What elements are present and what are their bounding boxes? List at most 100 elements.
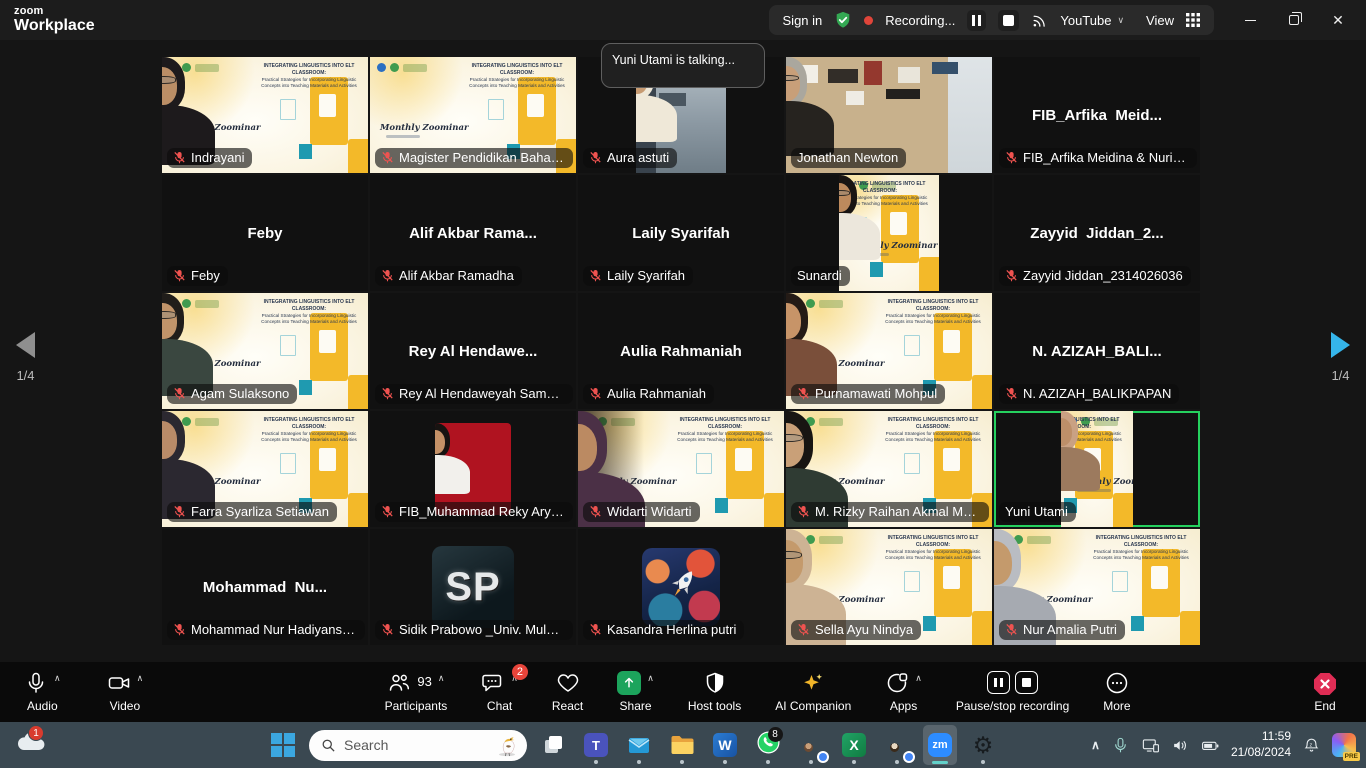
stop-recording-icon[interactable] (1015, 671, 1038, 694)
share-button[interactable]: ∧ Share (617, 671, 654, 713)
participant-name-text: Widarti Widarti (607, 504, 692, 519)
participant-name-text: Rey Al Hendaweyah Samantha (399, 386, 565, 401)
window-minimize-button[interactable] (1228, 0, 1272, 40)
seminar-outline-square-shape (280, 99, 296, 120)
participant-tile[interactable]: Alif Akbar Rama...Alif Akbar Ramadha (370, 175, 576, 291)
seminar-title-line: Concepts into Teaching Materials and Act… (880, 319, 986, 325)
gallery-prev-page-button[interactable]: 1/4 (16, 332, 35, 383)
participant-tile[interactable]: Jonathan Newton (786, 57, 992, 173)
copilot-tray-icon[interactable]: PRE (1332, 733, 1356, 757)
tray-clock[interactable]: 11:59 21/08/2024 (1231, 729, 1291, 760)
participants-chevron-icon[interactable]: ∧ (438, 673, 445, 684)
task-view-button[interactable] (536, 725, 570, 765)
tray-volume-icon[interactable] (1171, 736, 1190, 755)
taskbar-file-explorer-icon[interactable] (665, 725, 699, 765)
audio-options-chevron-icon[interactable]: ∧ (54, 673, 61, 684)
start-button[interactable] (266, 725, 300, 765)
share-chevron-icon[interactable]: ∧ (647, 673, 654, 684)
participant-tile[interactable]: INTEGRATING LINGUISTICS INTO ELT CLASSRO… (786, 529, 992, 645)
participant-tile[interactable]: N. AZIZAH_BALI...N. AZIZAH_BALIKPAPAN (994, 293, 1200, 409)
participant-tile[interactable]: FIB_Arfika Meid...FIB_Arfika Meidina & N… (994, 57, 1200, 173)
participants-button[interactable]: 93 ∧ Participants (385, 671, 448, 713)
seminar-title-line: Concepts into Teaching Materials and Act… (880, 555, 986, 561)
seminar-yellow-corner-shape (1113, 493, 1133, 527)
tray-display-cast-icon[interactable] (1141, 736, 1160, 755)
participant-name-label: Yuni Utami (999, 502, 1076, 522)
view-button-label[interactable]: View (1146, 13, 1174, 28)
participant-tile[interactable]: Zayyid Jiddan_2...Zayyid Jiddan_23140260… (994, 175, 1200, 291)
apps-button[interactable]: ∧ Apps (885, 671, 922, 713)
taskbar-zoom-icon[interactable]: zm (923, 725, 957, 765)
participant-tile[interactable]: INTEGRATING LINGUISTICS INTO ELT CLASSRO… (162, 57, 368, 173)
onedrive-tray-icon[interactable]: 1 (16, 730, 48, 760)
pause-recording-icon[interactable] (987, 671, 1010, 694)
taskbar-search-box[interactable]: Search (309, 730, 527, 761)
youtube-chevron-down-icon[interactable]: ∨ (1117, 15, 1124, 26)
participant-name-label: Widarti Widarti (583, 502, 700, 522)
seminar-title-line: Practical Strategies for Incorporating L… (464, 77, 570, 83)
participant-tile[interactable]: INTEGRATING LINGUISTICS INTO ELT CLASSRO… (786, 293, 992, 409)
next-page-arrow-icon[interactable] (1331, 332, 1350, 358)
taskbar-chrome2-icon[interactable] (880, 725, 914, 765)
youtube-stream-label[interactable]: YouTube (1060, 13, 1111, 28)
stop-recording-button[interactable] (998, 10, 1019, 31)
taskbar-teams-icon[interactable]: T (579, 725, 613, 765)
video-options-chevron-icon[interactable]: ∧ (137, 673, 144, 684)
pause-stop-recording-button[interactable]: Pause/stop recording (956, 671, 1069, 713)
participant-tile[interactable]: FebyFeby (162, 175, 368, 291)
participant-tile[interactable]: INTEGRATING LINGUISTICS INTO ELT CLASSRO… (994, 411, 1200, 527)
window-close-button[interactable]: ✕ (1316, 0, 1360, 40)
tray-microphone-icon[interactable] (1111, 736, 1130, 755)
seminar-logo-wordmark (819, 418, 843, 426)
pause-recording-button[interactable] (967, 10, 986, 31)
participant-tile[interactable]: SPSidik Prabowo _Univ. Mulawar... (370, 529, 576, 645)
end-meeting-button[interactable]: End (1312, 671, 1338, 713)
participant-tile[interactable]: INTEGRATING LINGUISTICS INTO ELT CLASSRO… (370, 57, 576, 173)
participant-tile[interactable]: INTEGRATING LINGUISTICS INTO ELT CLASSRO… (786, 411, 992, 527)
taskbar-settings-icon[interactable]: ⚙ (966, 725, 1000, 765)
tray-battery-icon[interactable] (1201, 736, 1220, 755)
taskbar-word-icon[interactable]: W (708, 725, 742, 765)
tray-hidden-icons-chevron[interactable]: ∧ (1091, 738, 1100, 752)
participant-tile[interactable]: INTEGRATING LINGUISTICS INTO ELT CLASSRO… (162, 411, 368, 527)
host-tools-button[interactable]: Host tools (688, 671, 741, 713)
taskbar-chrome-icon[interactable] (794, 725, 828, 765)
participant-tile[interactable]: Kasandra Herlina putri (578, 529, 784, 645)
view-grid-icon[interactable] (1186, 13, 1200, 27)
search-highlight-bird-image[interactable] (495, 733, 521, 757)
tray-notification-bell-icon[interactable]: z (1302, 736, 1321, 755)
participant-tile[interactable]: INTEGRATING LINGUISTICS INTO ELT CLASSRO… (786, 175, 992, 291)
seminar-title-text: INTEGRATING LINGUISTICS INTO ELT CLASSRO… (1088, 535, 1194, 561)
gallery-next-page-button[interactable]: 1/4 (1331, 332, 1350, 383)
taskbar-excel-icon[interactable]: X (837, 725, 871, 765)
react-button[interactable]: React (552, 671, 583, 713)
taskbar-whatsapp-icon[interactable]: 8 (751, 725, 785, 765)
audio-button[interactable]: ∧ Audio (24, 671, 61, 713)
participant-name-text: N. AZIZAH_BALIKPAPAN (1023, 386, 1171, 401)
participant-tile[interactable]: Rey Al Hendawe...Rey Al Hendaweyah Saman… (370, 293, 576, 409)
sign-in-link[interactable]: Sign in (783, 13, 823, 28)
participant-tile[interactable]: INTEGRATING LINGUISTICS INTO ELT CLASSRO… (578, 411, 784, 527)
security-shield-icon[interactable] (834, 11, 852, 29)
participants-count: 93 (417, 674, 431, 689)
participant-tile[interactable]: INTEGRATING LINGUISTICS INTO ELT CLASSRO… (994, 529, 1200, 645)
participant-name-text: M. Rizky Raihan Akmal Marsudi (815, 504, 981, 519)
more-button[interactable]: More (1103, 671, 1130, 713)
whatsapp-badge: 8 (768, 727, 783, 742)
participant-tile[interactable]: Aulia RahmaniahAulia Rahmaniah (578, 293, 784, 409)
windows-taskbar: 1 Search T W (0, 722, 1366, 768)
muted-mic-icon (1005, 387, 1018, 400)
participants-label: Participants (385, 699, 448, 713)
participant-tile[interactable]: Mohammad Nu...Mohammad Nur Hadiyansyah (162, 529, 368, 645)
ai-companion-button[interactable]: AI Companion (775, 671, 851, 713)
seminar-outline-square-shape (1112, 571, 1128, 592)
participant-tile[interactable]: INTEGRATING LINGUISTICS INTO ELT CLASSRO… (162, 293, 368, 409)
taskbar-mail-icon[interactable] (622, 725, 656, 765)
prev-page-arrow-icon[interactable] (16, 332, 35, 358)
chat-button[interactable]: 2 ∧ Chat (481, 671, 518, 713)
participant-tile[interactable]: Laily SyarifahLaily Syarifah (578, 175, 784, 291)
video-button[interactable]: ∧ Video (107, 671, 144, 713)
window-restore-button[interactable] (1272, 0, 1316, 40)
apps-chevron-icon[interactable]: ∧ (915, 673, 922, 684)
participant-tile[interactable]: FIB_Muhammad Reky Arya Nu... (370, 411, 576, 527)
